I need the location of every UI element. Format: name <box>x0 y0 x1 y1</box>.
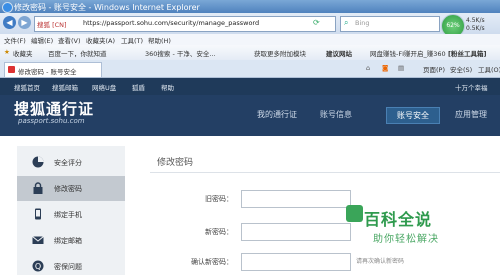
svg-text:Q: Q <box>35 262 41 271</box>
confirm-password-hint: 请再次确认新密码 <box>356 258 405 265</box>
menu-bar: 文件(F) 编辑(E) 查看(V) 收藏夹(A) 工具(T) 帮助(H) <box>0 34 500 45</box>
sohu-favicon-icon <box>8 66 15 73</box>
phone-icon <box>35 208 41 220</box>
tab-app-management[interactable]: 应用管理 <box>455 109 487 120</box>
tools-menu[interactable]: 工具(O) <box>478 64 500 74</box>
url-text[interactable]: https://passport.sohu.com/security/manag… <box>83 19 259 27</box>
browser-tab[interactable]: 修改密码 - 账号安全 <box>4 62 102 77</box>
nav-udisk[interactable]: 网络U盘 <box>92 82 116 92</box>
page-menu[interactable]: 页面(P) <box>423 64 445 74</box>
menu-favorites[interactable]: 收藏夹(A) <box>86 35 115 45</box>
menu-file[interactable]: 文件(F) <box>4 35 26 45</box>
sohu-passport-logo[interactable]: 搜狐通行证 <box>14 98 94 119</box>
search-engine: Bing <box>355 19 370 27</box>
favorites-label[interactable]: 收藏夹 <box>13 48 33 58</box>
safety-menu[interactable]: 安全(S) <box>450 64 472 74</box>
search-input[interactable]: ⌕ Bing <box>340 16 440 32</box>
menu-tools[interactable]: 工具(T) <box>121 35 143 45</box>
ie-logo-icon <box>2 2 13 13</box>
sidebar-item-security-score[interactable]: 安全评分 <box>17 150 125 175</box>
address-bar[interactable]: 搜狐 [CN] https://passport.sohu.com/securi… <box>34 16 336 32</box>
tab-account-security[interactable]: 账号安全 <box>386 107 440 124</box>
question-icon: Q <box>32 260 44 272</box>
old-password-input[interactable] <box>241 190 351 208</box>
star-icon: ★ <box>4 48 10 56</box>
tab-bar: 修改密码 - 账号安全 ⌂ ◙ ▤ 页面(P) 安全(S) 工具(O) <box>0 60 500 78</box>
print-icon[interactable]: ▤ <box>398 64 404 72</box>
window-title-bar: 修改密码 - 账号安全 - Windows Internet Explorer <box>0 0 500 13</box>
sidebar-item-bind-email[interactable]: 绑定邮箱 <box>17 228 125 253</box>
passport-header: 搜狐通行证 passport.sohu.com 我的通行证 账号信息 账号安全 … <box>0 95 500 136</box>
pie-chart-icon <box>32 156 44 168</box>
fav-item[interactable]: 获取更多附加模块 <box>254 48 306 58</box>
security-sidebar: 安全评分 修改密码 绑定手机 绑定邮箱 Q 密保问题 <box>17 146 125 275</box>
nav-hudun[interactable]: 狐盾 <box>132 82 145 92</box>
sidebar-item-label: 修改密码 <box>54 185 82 193</box>
menu-view[interactable]: 查看(V) <box>58 35 81 45</box>
sidebar-item-label: 绑定手机 <box>54 211 82 219</box>
fav-item[interactable]: 360搜索 - 干净、安全... <box>145 48 216 58</box>
sidebar-item-change-password[interactable]: 修改密码 <box>17 176 125 201</box>
refresh-icon[interactable]: ⟳ <box>313 18 320 27</box>
site-top-nav: 搜狐首页 搜狐邮箱 网络U盘 狐盾 帮助 十万个幸福 <box>0 78 500 95</box>
fav-item[interactable]: 建议网站 <box>326 48 352 58</box>
upload-rate: 4.5K/s <box>466 17 485 24</box>
new-password-input[interactable] <box>241 223 351 241</box>
window-title: 修改密码 - 账号安全 - Windows Internet Explorer <box>14 3 200 12</box>
fav-item[interactable]: 百度一下，你就知道 <box>48 48 107 58</box>
sidebar-item-label: 密保问题 <box>54 263 82 271</box>
back-button[interactable]: ◀ <box>3 16 16 29</box>
new-password-label: 新密码： <box>205 228 233 236</box>
watermark-title: 百科全说 <box>364 210 433 229</box>
confirm-password-input[interactable] <box>241 253 351 271</box>
menu-edit[interactable]: 编辑(E) <box>31 35 53 45</box>
download-rate: 0.5K/s <box>466 25 485 32</box>
nav-sohu-mail[interactable]: 搜狐邮箱 <box>52 82 78 92</box>
sidebar-item-bind-phone[interactable]: 绑定手机 <box>17 202 125 227</box>
forward-button[interactable]: ▶ <box>18 16 31 29</box>
sidebar-item-security-question[interactable]: Q 密保问题 <box>17 254 125 279</box>
watermark-logo-icon <box>346 205 363 222</box>
fav-item[interactable]: 网盘赚钱-FI赚开启_赚360 <box>370 48 446 58</box>
lock-icon <box>33 182 43 194</box>
divider <box>150 172 500 173</box>
nav-help[interactable]: 帮助 <box>161 82 174 92</box>
favorites-bar: ★ 收藏夹 百度一下，你就知道 360搜索 - 干净、安全... 获取更多附加模… <box>0 45 500 61</box>
address-toolbar: ◀ ▶ 搜狐 [CN] https://passport.sohu.com/se… <box>0 13 500 34</box>
envelope-icon <box>32 236 44 244</box>
confirm-password-label: 确认新密码： <box>191 258 233 266</box>
user-name[interactable]: 十万个幸福 <box>455 82 488 92</box>
tab-account-info[interactable]: 账号信息 <box>320 109 352 120</box>
rss-icon[interactable]: ◙ <box>382 64 388 72</box>
form-title: 修改密码 <box>157 158 194 168</box>
home-icon[interactable]: ⌂ <box>366 64 370 72</box>
old-password-label: 旧密码： <box>205 195 233 203</box>
tab-title: 修改密码 - 账号安全 <box>18 68 77 76</box>
search-icon: ⌕ <box>344 18 349 27</box>
security-label: 搜狐 [CN] <box>37 21 67 29</box>
nav-sohu-home[interactable]: 搜狐首页 <box>14 82 40 92</box>
tab-my-passport[interactable]: 我的通行证 <box>257 109 297 120</box>
fav-item[interactable]: [粉丝工具箱] <box>448 48 486 58</box>
sidebar-item-label: 绑定邮箱 <box>54 237 82 245</box>
logo-subtitle: passport.sohu.com <box>18 117 85 125</box>
watermark-subtitle: 助你轻松解决 <box>373 234 439 245</box>
menu-help[interactable]: 帮助(H) <box>148 35 171 45</box>
sidebar-item-label: 安全评分 <box>54 159 82 167</box>
network-rates: 4.5K/s 0.5K/s <box>466 17 485 33</box>
